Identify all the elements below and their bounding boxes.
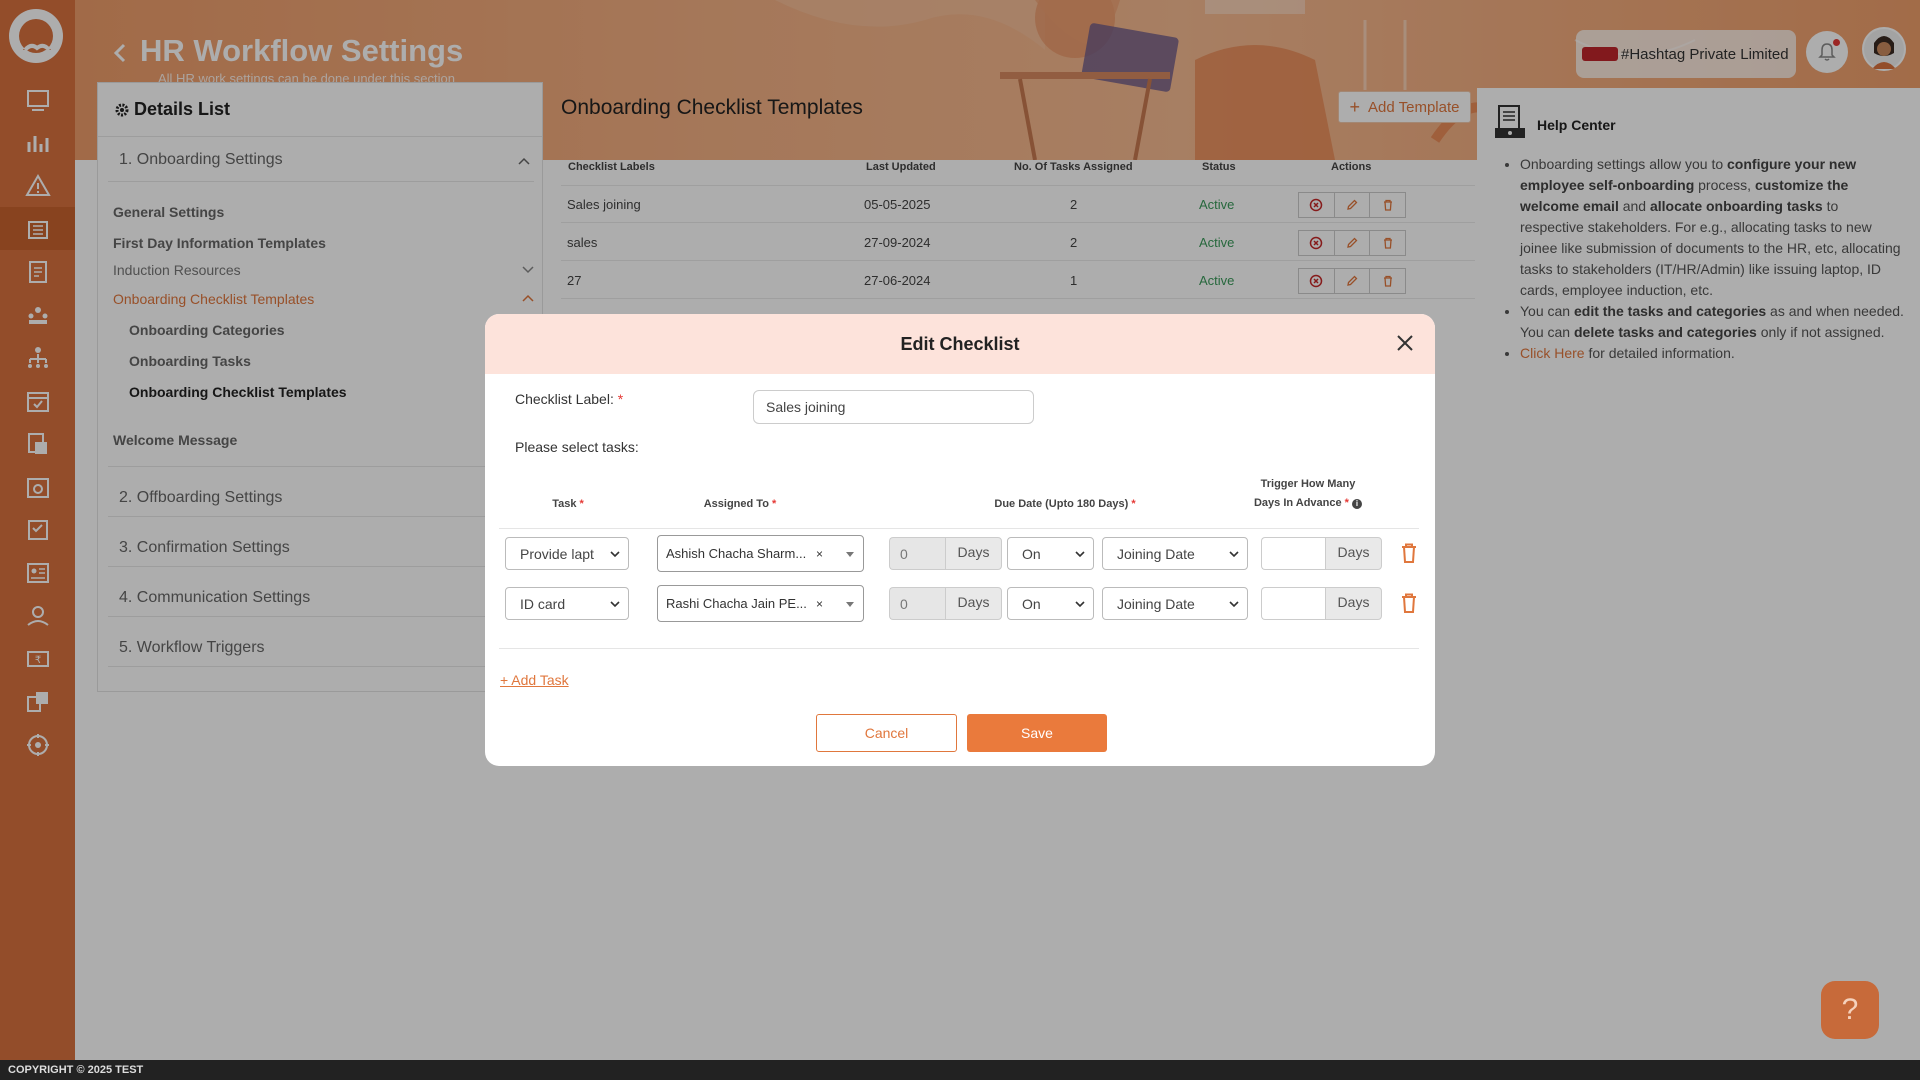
days-unit: Days bbox=[1325, 537, 1382, 570]
task-select[interactable]: Provide lapt bbox=[505, 537, 629, 570]
edit-checklist-modal: Edit Checklist Checklist Label: * Sales … bbox=[485, 314, 1435, 766]
select-value: On bbox=[1022, 545, 1041, 562]
select-value: Joining Date bbox=[1117, 545, 1195, 562]
chevron-down-icon bbox=[610, 601, 620, 608]
due-date-column-header: Due Date (Upto 180 Days) * bbox=[965, 498, 1165, 510]
dropdown-arrow-icon[interactable] bbox=[846, 602, 854, 607]
advance-days-input: Days bbox=[1261, 537, 1382, 570]
header-text: Assigned To bbox=[703, 498, 769, 510]
clear-icon[interactable]: × bbox=[816, 547, 823, 561]
footer: COPYRIGHT © 2025 TEST bbox=[0, 1060, 1920, 1080]
dropdown-arrow-icon[interactable] bbox=[846, 552, 854, 557]
close-icon[interactable] bbox=[1395, 333, 1415, 353]
required-marker: * bbox=[771, 498, 777, 510]
help-fab-button[interactable]: ? bbox=[1821, 981, 1879, 1039]
days-unit: Days bbox=[1325, 587, 1382, 620]
due-days-input: 0 Days bbox=[889, 537, 1002, 570]
delete-task-icon[interactable] bbox=[1399, 592, 1419, 614]
select-value: Rashi Chacha Jain PE... bbox=[666, 596, 807, 611]
advance-days-input: Days bbox=[1261, 587, 1382, 620]
header-text: Days In Advance bbox=[1253, 497, 1342, 509]
table-divider bbox=[499, 528, 1419, 529]
due-reference-select[interactable]: Joining Date bbox=[1102, 537, 1248, 570]
assigned-column-header: Assigned To * bbox=[680, 498, 800, 510]
checklist-label-input[interactable]: Sales joining bbox=[753, 390, 1034, 424]
save-button[interactable]: Save bbox=[967, 714, 1107, 752]
chevron-down-icon bbox=[1075, 551, 1085, 558]
required-marker: * bbox=[1131, 498, 1136, 510]
select-value: ID card bbox=[520, 595, 566, 612]
header-text: Task bbox=[552, 498, 577, 510]
chevron-down-icon bbox=[1229, 601, 1239, 608]
select-value: Joining Date bbox=[1117, 595, 1195, 612]
assigned-to-select[interactable]: Rashi Chacha Jain PE... × bbox=[657, 585, 864, 622]
add-task-link[interactable]: + Add Task bbox=[500, 672, 569, 688]
due-when-select[interactable]: On bbox=[1007, 537, 1094, 570]
info-icon[interactable]: i bbox=[1352, 499, 1363, 509]
modal-title: Edit Checklist bbox=[900, 333, 1020, 354]
due-days-field[interactable]: 0 bbox=[889, 587, 945, 620]
table-divider bbox=[499, 648, 1419, 649]
task-select[interactable]: ID card bbox=[505, 587, 629, 620]
delete-task-icon[interactable] bbox=[1399, 542, 1419, 564]
due-days-input: 0 Days bbox=[889, 587, 1002, 620]
caption-text: Checklist Label: bbox=[515, 391, 614, 407]
trigger-column-header: Trigger How Many Days In Advance * i bbox=[1248, 478, 1368, 509]
select-value: Ashish Chacha Sharm... bbox=[666, 546, 807, 561]
due-when-select[interactable]: On bbox=[1007, 587, 1094, 620]
select-tasks-caption: Please select tasks: bbox=[515, 439, 639, 455]
select-value: Provide lapt bbox=[520, 545, 594, 562]
chevron-down-icon bbox=[1075, 601, 1085, 608]
chevron-down-icon bbox=[610, 551, 620, 558]
select-value: On bbox=[1022, 595, 1041, 612]
checklist-label-caption: Checklist Label: * bbox=[515, 391, 623, 407]
required-marker: * bbox=[1344, 497, 1349, 509]
header-line-2: Days In Advance * i bbox=[1248, 497, 1368, 509]
clear-icon[interactable]: × bbox=[816, 597, 823, 611]
header-text: Due Date (Upto 180 Days) bbox=[994, 498, 1129, 510]
required-marker: * bbox=[617, 391, 624, 407]
task-column-header: Task * bbox=[528, 498, 608, 510]
cancel-button[interactable]: Cancel bbox=[816, 714, 957, 752]
header-text: Trigger How Many bbox=[1260, 478, 1356, 490]
advance-days-field[interactable] bbox=[1261, 587, 1325, 620]
due-reference-select[interactable]: Joining Date bbox=[1102, 587, 1248, 620]
days-unit: Days bbox=[945, 587, 1002, 620]
chevron-down-icon bbox=[1229, 551, 1239, 558]
assigned-to-select[interactable]: Ashish Chacha Sharm... × bbox=[657, 535, 864, 572]
required-marker: * bbox=[579, 498, 584, 510]
days-unit: Days bbox=[945, 537, 1002, 570]
modal-header: Edit Checklist bbox=[485, 314, 1435, 374]
advance-days-field[interactable] bbox=[1261, 537, 1325, 570]
due-days-field[interactable]: 0 bbox=[889, 537, 945, 570]
